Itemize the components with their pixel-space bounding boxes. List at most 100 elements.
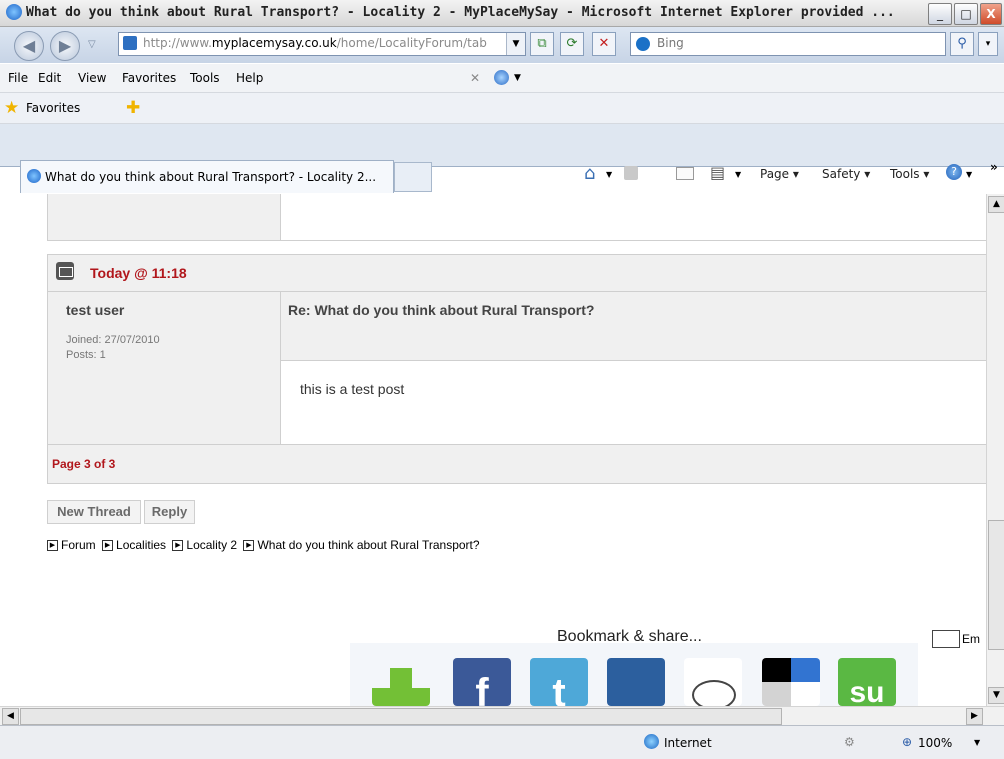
favorites-star-icon: ★ [4, 98, 20, 118]
title-bar: What do you think about Rural Transport?… [0, 0, 1004, 27]
address-dropdown-icon[interactable]: ▼ [506, 33, 525, 55]
new-tab-button[interactable] [394, 162, 432, 192]
email-link[interactable]: Em [962, 632, 980, 646]
home-icon[interactable]: ⌂ [584, 163, 595, 184]
menu-view[interactable]: View [78, 71, 106, 85]
author-posts: Posts: 1 [66, 349, 106, 361]
zoom-dropdown-icon[interactable]: ▼ [974, 738, 980, 747]
twitter-icon[interactable]: t [530, 658, 588, 706]
delicious-icon[interactable] [762, 658, 820, 706]
maximize-button[interactable]: □ [954, 3, 978, 25]
horizontal-scrollbar[interactable]: ◀ ▶ [0, 706, 1004, 725]
page-menu[interactable]: Page ▾ [760, 167, 799, 181]
author-joined: Joined: 27/07/2010 [66, 334, 160, 346]
zoom-icon[interactable]: ⊕ [902, 735, 912, 749]
menu-edit[interactable]: Edit [38, 71, 61, 85]
delicious-gray [762, 682, 791, 706]
stumbleupon-icon[interactable]: su [838, 658, 896, 706]
scroll-thumb-horizontal[interactable] [20, 708, 782, 725]
vertical-scrollbar[interactable]: ▲ ▼ [986, 194, 1004, 706]
breadcrumb-locality-2[interactable]: Locality 2 [186, 538, 237, 552]
myspace-icon[interactable] [607, 658, 665, 706]
reply-button[interactable]: Reply [144, 500, 195, 524]
forward-button[interactable]: ▶ [50, 31, 80, 61]
addthis-icon[interactable] [372, 658, 430, 706]
menu-tools[interactable]: Tools [190, 71, 220, 85]
protected-mode-icon[interactable]: ⚙ [844, 735, 855, 749]
menu-bar: File Edit View Favorites Tools Help ✕ ▼ [0, 64, 1004, 93]
scroll-up-icon[interactable]: ▲ [988, 196, 1004, 213]
search-icon[interactable]: ⚲ [950, 32, 974, 56]
bookmark-title: Bookmark & share... [557, 628, 702, 645]
page-icon [123, 36, 137, 50]
breadcrumb-arrow-icon: ▶ [172, 540, 184, 552]
tools-menu[interactable]: Tools ▾ [890, 167, 929, 181]
add-favorite-icon[interactable]: ✚ [126, 98, 140, 118]
post-subject: Re: What do you think about Rural Transp… [288, 302, 595, 318]
post-body: this is a test post [300, 381, 405, 397]
close-search-icon[interactable]: ✕ [470, 71, 480, 85]
minimize-button[interactable]: _ [928, 3, 952, 25]
back-button[interactable]: ◀ [14, 31, 44, 61]
read-mail-icon[interactable] [676, 167, 694, 180]
compatibility-icon[interactable]: ⧉ [530, 32, 554, 56]
home-dropdown-icon[interactable]: ▼ [606, 170, 612, 179]
scroll-left-icon[interactable]: ◀ [2, 708, 19, 725]
post-author-cell: test user Joined: 27/07/2010 Posts: 1 [47, 291, 281, 445]
recent-pages-dropdown-icon[interactable]: ▽ [88, 39, 96, 50]
author-name[interactable]: test user [66, 302, 124, 318]
safety-menu[interactable]: Safety ▾ [822, 167, 870, 181]
internet-zone-icon [644, 734, 659, 749]
breadcrumb-forum[interactable]: Forum [61, 538, 96, 552]
close-button[interactable]: X [980, 3, 1002, 25]
new-thread-button[interactable]: New Thread [47, 500, 141, 524]
scroll-thumb[interactable] [988, 520, 1004, 650]
tab-ie-icon [27, 169, 41, 183]
facebook-icon[interactable]: f [453, 658, 511, 706]
post-timestamp: Today @ 11:18 [90, 265, 187, 281]
stop-icon[interactable]: ✕ [592, 32, 616, 56]
toolbar-overflow-icon[interactable]: » [990, 160, 998, 174]
pagination-bar: Page 3 of 3 [47, 444, 986, 484]
favorites-button[interactable]: Favorites [26, 101, 80, 115]
status-bar: Internet ⚙ ⊕ 100% ▼ [0, 725, 1004, 759]
menu-file[interactable]: File [8, 71, 28, 85]
refresh-icon[interactable]: ⟳ [560, 32, 584, 56]
reddit-icon[interactable] [684, 658, 742, 706]
help-icon[interactable]: ? [946, 164, 962, 180]
security-zone[interactable]: Internet [664, 736, 712, 750]
search-placeholder: Bing [657, 36, 684, 50]
breadcrumb-localities[interactable]: Localities [116, 538, 166, 552]
breadcrumb-current-thread[interactable]: What do you think about Rural Transport? [257, 538, 479, 552]
breadcrumb: ▶ Forum ▶ Localities ▶ Locality 2 ▶ What do … [47, 538, 480, 552]
prev-post-author-cell [47, 194, 281, 241]
help-menu-dropdown-icon[interactable]: ▼ [966, 170, 972, 179]
post-header: Today @ 11:18 [47, 254, 986, 292]
tab-active[interactable]: What do you think about Rural Transport?… [20, 160, 394, 193]
zoom-level[interactable]: 100% [918, 736, 952, 750]
menu-help[interactable]: Help [236, 71, 263, 85]
window-title: What do you think about Rural Transport?… [26, 5, 895, 20]
scroll-down-icon[interactable]: ▼ [988, 687, 1004, 704]
address-url: http://www.myplacemysay.co.uk/home/Local… [143, 36, 487, 50]
ie-logo-icon [6, 4, 22, 20]
scroll-right-icon[interactable]: ▶ [966, 708, 983, 725]
email-icon[interactable] [932, 630, 960, 648]
reddit-head [692, 680, 736, 706]
breadcrumb-arrow-icon: ▶ [243, 540, 255, 552]
breadcrumb-arrow-icon: ▶ [102, 540, 114, 552]
print-icon[interactable]: ▤ [710, 163, 725, 182]
addthis-plus-horizontal [372, 688, 430, 706]
search-input[interactable]: Bing [630, 32, 946, 56]
page-viewport: Today @ 11:18 test user Joined: 27/07/20… [0, 194, 986, 706]
menu-favorites[interactable]: Favorites [122, 71, 176, 85]
help-dropdown-icon[interactable]: ▼ [514, 73, 521, 83]
feeds-icon[interactable] [624, 166, 638, 180]
pagination-text: Page 3 of 3 [52, 457, 116, 471]
address-bar[interactable]: http://www.myplacemysay.co.uk/home/Local… [118, 32, 526, 56]
delicious-blue [791, 658, 820, 682]
help-globe-icon[interactable] [494, 70, 509, 85]
search-options-icon[interactable]: ▾ [978, 32, 998, 56]
print-dropdown-icon[interactable]: ▼ [735, 170, 741, 179]
delicious-black [762, 658, 791, 682]
